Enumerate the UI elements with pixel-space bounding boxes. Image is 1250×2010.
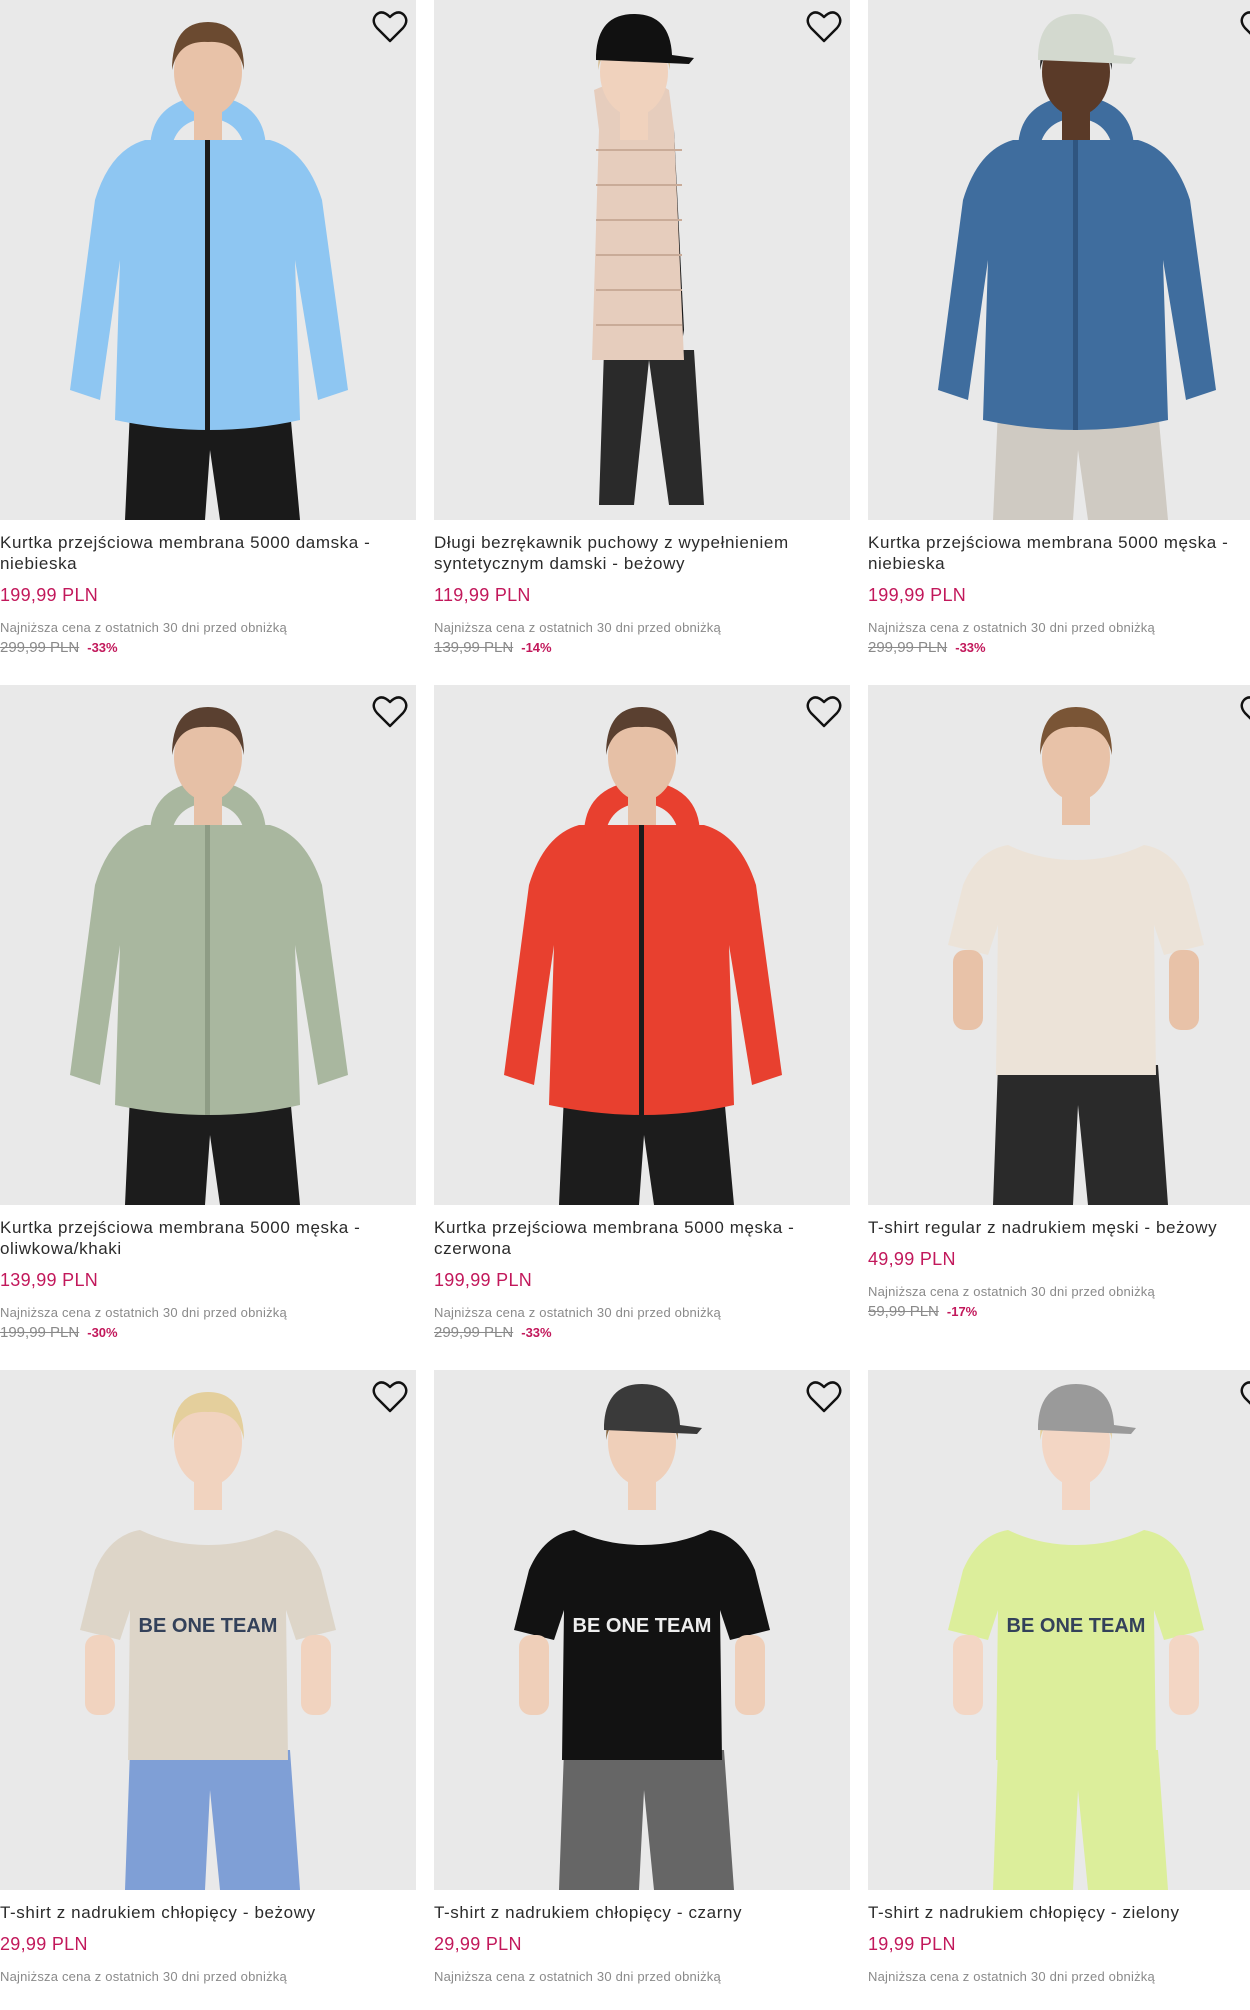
- product-price: 19,99 PLN: [868, 1934, 956, 1954]
- heart-outline-icon[interactable]: [1240, 10, 1250, 44]
- old-price: 299,99 PLN: [434, 1324, 514, 1341]
- product-card[interactable]: Kurtka przejściowa membrana 5000 męska -…: [868, 0, 1250, 656]
- heart-outline-icon[interactable]: [806, 10, 842, 44]
- product-image[interactable]: [434, 685, 850, 1205]
- heart-outline-icon[interactable]: [1240, 1380, 1250, 1414]
- product-price: 199,99 PLN: [0, 585, 99, 605]
- product-image[interactable]: [868, 685, 1250, 1205]
- old-price-row: 299,99 PLN -33%: [0, 639, 118, 656]
- discount-badge: -33%: [87, 640, 118, 655]
- product-photo: [938, 14, 1216, 520]
- product-photo: [70, 22, 348, 520]
- product-price: 199,99 PLN: [434, 1270, 533, 1290]
- print-text: BE ONE TEAM: [573, 1615, 712, 1637]
- old-price: 199,99 PLN: [0, 1324, 80, 1341]
- old-price: 299,99 PLN: [0, 639, 80, 656]
- heart-outline-icon[interactable]: [372, 1380, 408, 1414]
- product-name[interactable]: T-shirt regular z nadrukiem męski - beżo…: [868, 1217, 1250, 1238]
- product-image[interactable]: [0, 0, 416, 520]
- product-photo: BE ONE TEAM: [948, 1384, 1204, 1890]
- lowest-price-label: Najniższa cena z ostatnich 30 dni przed …: [868, 1284, 1155, 1299]
- product-name[interactable]: Kurtka przejściowa membrana 5000 damska …: [0, 532, 412, 574]
- product-name[interactable]: Kurtka przejściowa membrana 5000 męska -…: [0, 1217, 412, 1259]
- product-photo: [70, 707, 348, 1205]
- old-price-row: 139,99 PLN -14%: [434, 639, 552, 656]
- product-price: 199,99 PLN: [868, 585, 967, 605]
- lowest-price-label: Najniższa cena z ostatnich 30 dni przed …: [868, 1969, 1155, 1984]
- product-card[interactable]: Długi bezrękawnik puchowy z wypełnieniem…: [434, 0, 850, 656]
- product-price: 139,99 PLN: [0, 1270, 99, 1290]
- old-price-row: 199,99 PLN -30%: [0, 1324, 118, 1341]
- heart-outline-icon[interactable]: [372, 10, 408, 44]
- product-image[interactable]: [0, 685, 416, 1205]
- product-photo: [504, 707, 782, 1205]
- old-price-row: 59,99 PLN -17%: [868, 1303, 977, 1320]
- lowest-price-label: Najniższa cena z ostatnich 30 dni przed …: [434, 620, 721, 635]
- product-card[interactable]: Kurtka przejściowa membrana 5000 damska …: [0, 0, 416, 656]
- old-price: 299,99 PLN: [868, 639, 948, 656]
- product-price: 119,99 PLN: [434, 585, 531, 605]
- product-photo: BE ONE TEAM: [80, 1392, 336, 1890]
- lowest-price-label: Najniższa cena z ostatnich 30 dni przed …: [0, 1305, 287, 1320]
- product-card[interactable]: BE ONE TEAM T-shirt z nadrukiem chłopięcy…: [868, 1370, 1250, 2010]
- product-image[interactable]: [434, 0, 850, 520]
- product-price: 29,99 PLN: [434, 1934, 522, 1954]
- product-name[interactable]: Kurtka przejściowa membrana 5000 męska -…: [434, 1217, 846, 1259]
- product-card[interactable]: Kurtka przejściowa membrana 5000 męska -…: [434, 685, 850, 1341]
- discount-badge: -33%: [955, 640, 986, 655]
- discount-badge: -17%: [946, 1304, 978, 1319]
- print-text: BE ONE TEAM: [139, 1615, 278, 1637]
- product-name[interactable]: Długi bezrękawnik puchowy z wypełnieniem…: [434, 532, 846, 574]
- product-name[interactable]: T-shirt z nadrukiem chłopięcy - czarny: [434, 1902, 846, 1923]
- product-name[interactable]: T-shirt z nadrukiem chłopięcy - zielony: [868, 1902, 1250, 1923]
- product-price: 49,99 PLN: [868, 1249, 956, 1269]
- product-price: 29,99 PLN: [0, 1934, 88, 1954]
- old-price: 59,99 PLN: [868, 1303, 939, 1320]
- heart-outline-icon[interactable]: [806, 1380, 842, 1414]
- product-image[interactable]: BE ONE TEAM: [0, 1370, 416, 1890]
- old-price: 139,99 PLN: [434, 639, 514, 656]
- old-price-row: 299,99 PLN -33%: [434, 1324, 552, 1341]
- product-name[interactable]: T-shirt z nadrukiem chłopięcy - beżowy: [0, 1902, 412, 1923]
- discount-badge: -30%: [87, 1325, 118, 1340]
- heart-outline-icon[interactable]: [372, 695, 408, 729]
- product-image[interactable]: BE ONE TEAM: [434, 1370, 850, 1890]
- lowest-price-label: Najniższa cena z ostatnich 30 dni przed …: [0, 1969, 287, 1984]
- product-photo: [592, 14, 704, 505]
- lowest-price-label: Najniższa cena z ostatnich 30 dni przed …: [434, 1969, 721, 1984]
- product-photo: [948, 707, 1204, 1205]
- product-photo: BE ONE TEAM: [514, 1384, 770, 1890]
- lowest-price-label: Najniższa cena z ostatnich 30 dni przed …: [0, 620, 287, 635]
- heart-outline-icon[interactable]: [1240, 695, 1250, 729]
- product-name[interactable]: Kurtka przejściowa membrana 5000 męska -…: [868, 532, 1250, 574]
- lowest-price-label: Najniższa cena z ostatnich 30 dni przed …: [434, 1305, 721, 1320]
- lowest-price-label: Najniższa cena z ostatnich 30 dni przed …: [868, 620, 1155, 635]
- product-card[interactable]: T-shirt regular z nadrukiem męski - beżo…: [868, 685, 1250, 1325]
- product-image[interactable]: BE ONE TEAM: [868, 1370, 1250, 1890]
- heart-outline-icon[interactable]: [806, 695, 842, 729]
- product-card[interactable]: BE ONE TEAM T-shirt z nadrukiem chłopięcy…: [0, 1370, 416, 2010]
- product-card[interactable]: Kurtka przejściowa membrana 5000 męska -…: [0, 685, 416, 1341]
- discount-badge: -14%: [521, 640, 552, 655]
- old-price-row: 299,99 PLN -33%: [868, 639, 986, 656]
- print-text: BE ONE TEAM: [1007, 1615, 1146, 1637]
- product-image[interactable]: [868, 0, 1250, 520]
- discount-badge: -33%: [521, 1325, 552, 1340]
- product-card[interactable]: BE ONE TEAM T-shirt z nadrukiem chłopięcy…: [434, 1370, 850, 2010]
